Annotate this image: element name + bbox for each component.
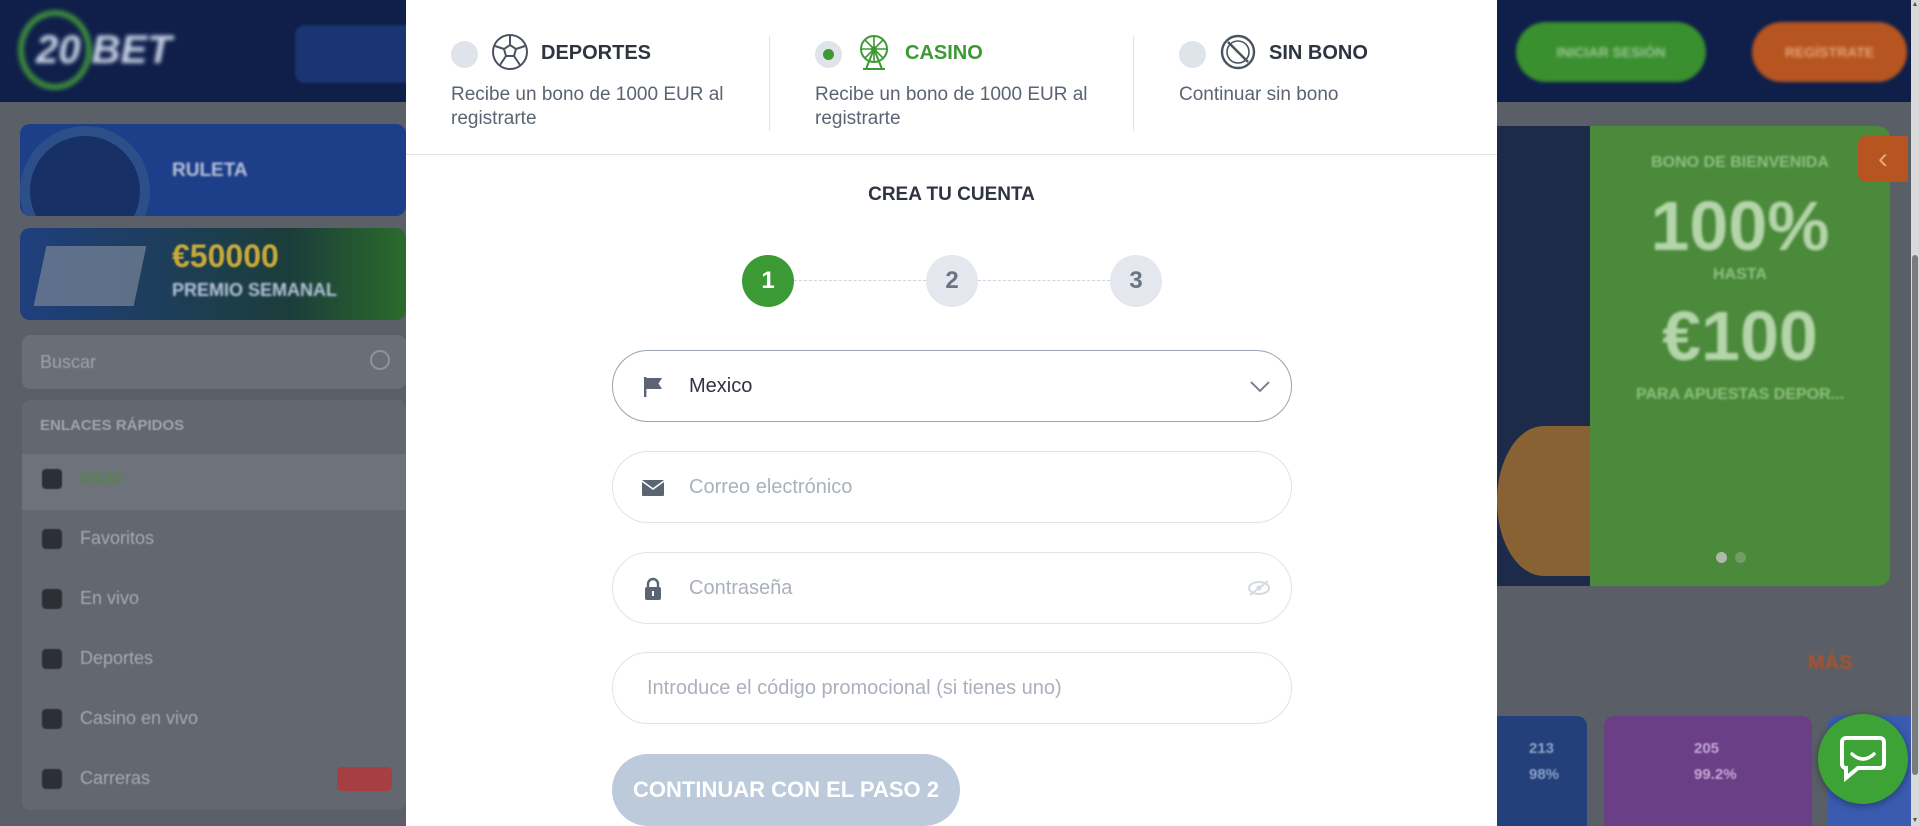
password-placeholder: Contraseña [689,577,793,599]
registration-modal: DEPORTES Recibe un bono de 1000 EUR al r… [406,0,1497,826]
bonus-title: SIN BONO [1269,42,1368,64]
banner-line5: PARA APUESTAS DEPOR... [1635,386,1845,403]
header-nav-pill[interactable] [295,25,415,83]
menu-item-en-vivo[interactable]: En vivo [42,588,140,610]
tile-stat: 98% [1529,766,1560,783]
search-icon [370,350,390,370]
register-button[interactable]: REGÍSTRATE [1752,22,1907,82]
menu-item-label: Inicio [80,468,123,488]
more-link[interactable]: MÁS [1808,652,1852,675]
menu-item-label: En vivo [80,588,140,608]
racing-icon [42,769,62,790]
lock-icon [645,577,661,600]
chevron-left-icon[interactable]: ‹ [1858,136,1908,182]
radio-sin-bono[interactable] [1179,41,1206,68]
weekly-prize-amount: €50000 [172,238,279,274]
menu-item-label: Deportes [80,648,154,668]
casino-banner[interactable] [1497,126,1590,586]
bonus-title: DEPORTES [541,42,652,64]
login-button[interactable]: INICIAR SESIÓN [1516,22,1706,82]
bonus-selector: DEPORTES Recibe un bono de 1000 EUR al r… [406,0,1497,155]
live-icon [42,589,62,610]
logo-text: 20 BET [36,28,172,72]
carousel-dot[interactable] [1735,552,1746,563]
money-stack-icon [33,246,147,306]
weekly-prize-label: PREMIO SEMANAL [172,280,338,300]
step-connector [978,280,1110,281]
roulette-wheel-icon [20,126,150,216]
scroll-thumb[interactable] [1912,255,1918,775]
radio-casino[interactable] [815,41,842,68]
scroll-down-arrow[interactable]: ▼ [1911,816,1919,826]
continue-step-2-button[interactable]: CONTINUAR CON EL PASO 2 [612,754,960,826]
divider [1133,36,1134,131]
bonus-description: Continuar sin bono [1179,84,1339,105]
tile-stat: 205 [1694,740,1720,757]
ferris-wheel-icon [860,35,888,70]
step-1: 1 [742,255,794,307]
divider [769,36,770,131]
banner-line2: 100% [1650,187,1830,265]
menu-item-casino-en-vivo[interactable]: Casino en vivo [42,708,199,730]
welcome-bonus-banner[interactable]: BONO DE BIENVENIDA 100% HASTA €100 PARA … [1590,126,1890,586]
promo-ruleta-label: RULETA [172,160,248,181]
chevron-down-icon [1250,381,1270,393]
eye-slash-icon[interactable] [1247,579,1271,597]
password-field[interactable]: Contraseña [612,552,1292,624]
game-tile[interactable]: 205 99.2% [1604,716,1812,826]
coin-graphic [1497,426,1590,576]
home-icon [42,469,62,490]
tile-stat: 213 [1529,740,1555,757]
menu-item-inicio[interactable]: Inicio [42,468,123,490]
bonus-description: Recibe un bono de 1000 EUR al registrart… [451,84,724,129]
search-placeholder: Buscar [40,352,97,372]
star-icon [42,529,62,550]
ball-icon [42,649,62,670]
promo-ruleta[interactable]: RULETA [20,124,406,216]
scroll-up-arrow[interactable]: ▲ [1911,0,1919,10]
flag-icon [644,377,662,397]
banner-line3: HASTA [1713,266,1767,283]
carousel-dot[interactable] [1716,552,1727,563]
promo-code-field[interactable]: Introduce el código promocional (si tien… [612,652,1292,724]
promo-code-placeholder: Introduce el código promocional (si tien… [647,677,1062,699]
bonus-description: Recibe un bono de 1000 EUR al registrart… [815,84,1088,129]
tile-stat: 99.2% [1694,766,1737,783]
email-placeholder: Correo electrónico [689,476,853,498]
radio-deportes[interactable] [451,41,478,68]
new-badge [337,767,392,791]
menu-item-label: Carreras [80,768,151,788]
create-account-title: CREA TU CUENTA [868,184,1035,205]
quick-links-menu: ENLACES RÁPIDOS Inicio Favoritos En vivo… [22,400,406,810]
promo-weekly-prize[interactable]: €50000 PREMIO SEMANAL [20,228,406,320]
bonus-title: CASINO [905,42,983,64]
banner-line1: BONO DE BIENVENIDA [1651,154,1829,171]
menu-item-carreras[interactable]: Carreras [42,768,151,790]
sidebar-search-input[interactable]: Buscar [22,335,406,389]
menu-item-label: Casino en vivo [80,708,199,728]
soccer-ball-icon [492,34,528,70]
menu-item-deportes[interactable]: Deportes [42,648,154,670]
step-2: 2 [926,255,978,307]
live-chat-button[interactable] [1818,714,1908,804]
banner-line4: €100 [1662,297,1818,375]
no-bonus-icon [1220,34,1256,70]
menu-item-favoritos[interactable]: Favoritos [42,528,155,550]
step-3: 3 [1110,255,1162,307]
game-tile[interactable]: 213 98% [1497,716,1587,826]
country-select[interactable]: Mexico [612,350,1292,422]
chat-bubble-icon [1840,736,1886,782]
country-value: Mexico [689,375,753,397]
site-logo[interactable]: 20 BET [18,10,178,90]
step-indicator: 1 2 3 [742,255,1162,307]
email-field[interactable]: Correo electrónico [612,451,1292,523]
envelope-icon [641,480,665,496]
carousel-dots[interactable] [1716,550,1756,563]
casino-live-icon [42,709,62,730]
menu-item-label: Favoritos [80,528,155,548]
step-connector [794,280,926,281]
quick-links-title: ENLACES RÁPIDOS [40,417,185,434]
